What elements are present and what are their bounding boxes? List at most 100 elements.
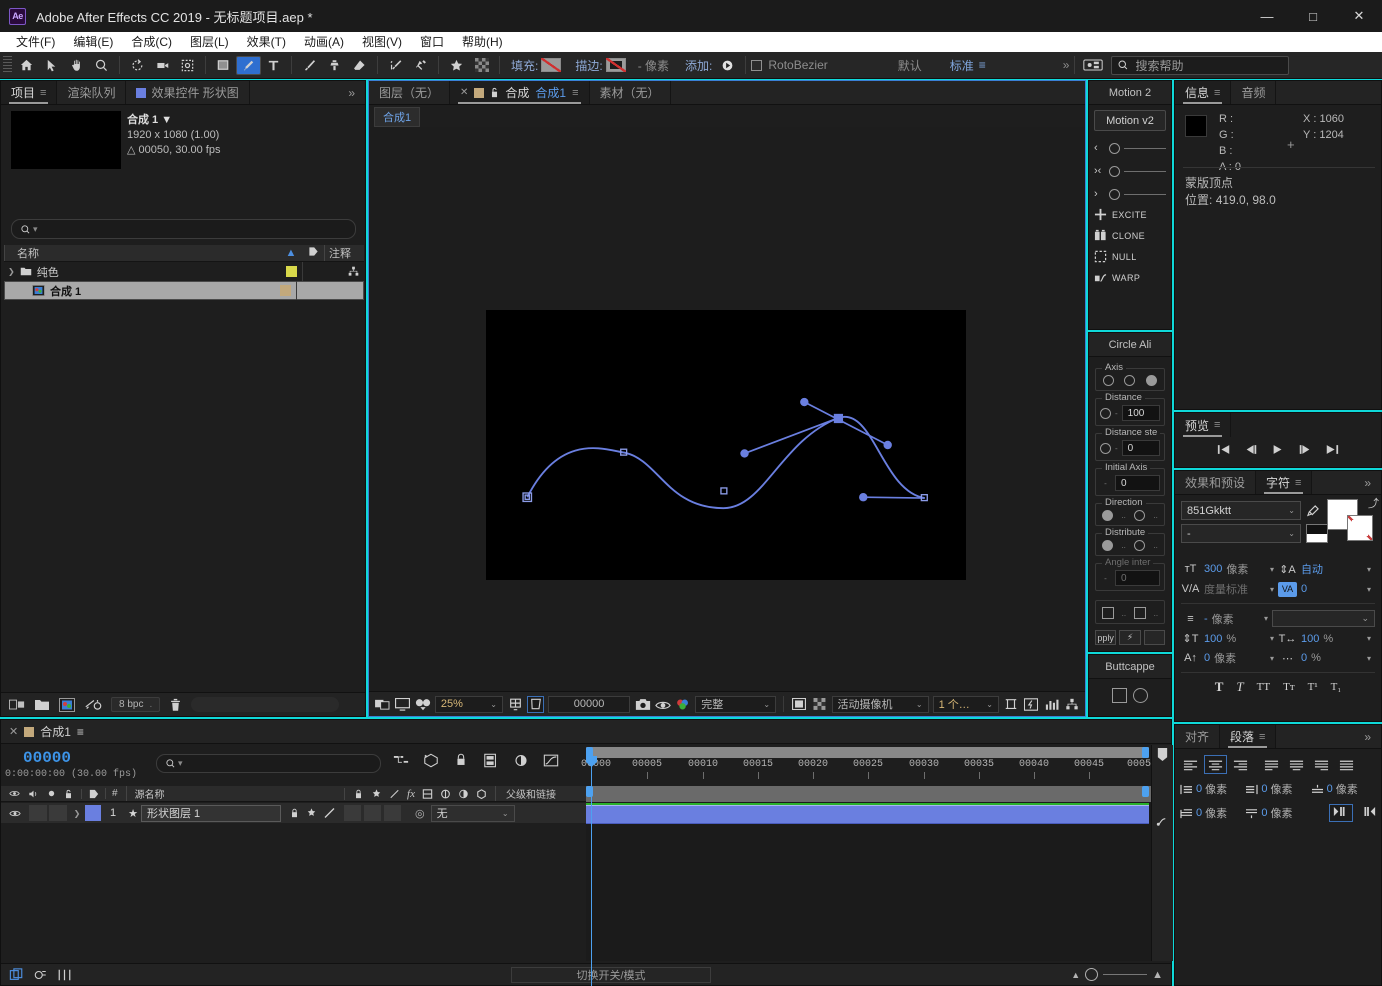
panel-menu-icon[interactable]: ≡ — [1259, 731, 1265, 743]
extra-button[interactable] — [1143, 630, 1165, 645]
tab-render-queue[interactable]: 渲染队列 — [57, 81, 127, 104]
column-comment[interactable]: 注释 — [324, 245, 364, 261]
zoom-in-icon[interactable]: ▲ — [1152, 969, 1163, 981]
justify-last-right-button[interactable] — [1310, 755, 1333, 774]
solo-toggle-cell[interactable] — [49, 805, 67, 821]
menu-window[interactable]: 窗口 — [411, 32, 453, 52]
camera-select[interactable]: 活动摄像机 ⌄ — [831, 695, 929, 713]
panel-menu-icon[interactable]: ≡ — [1214, 87, 1220, 99]
tab-effects-presets[interactable]: 效果和预设 — [1175, 471, 1257, 494]
workspace-default[interactable]: 默认 — [898, 57, 922, 74]
justify-last-center-button[interactable] — [1285, 755, 1308, 774]
close-icon[interactable]: ✕ — [9, 725, 18, 738]
space-before-field[interactable]: 0 像素 — [1311, 781, 1376, 797]
layer-stretch-icon[interactable] — [1156, 815, 1169, 828]
table-row[interactable]: ❯ 1 ★ 形状图层 1 ◎ 无 ⌄ — [1, 803, 586, 823]
stroke-swatch[interactable] — [605, 58, 626, 72]
draft-3d-icon[interactable] — [423, 753, 439, 768]
workspace-settings-icon[interactable] — [1080, 54, 1105, 77]
small-caps-button[interactable]: Tт — [1283, 681, 1295, 693]
new-folder-icon[interactable] — [34, 698, 50, 712]
clone-button[interactable]: CLONE — [1094, 229, 1166, 242]
current-timecode[interactable]: 00000 — [23, 749, 71, 767]
new-comp-icon[interactable] — [9, 698, 25, 712]
hide-shy-layers-icon[interactable] — [453, 753, 469, 768]
lock-icon[interactable] — [64, 789, 73, 799]
comp-mini-flowchart-icon[interactable] — [393, 753, 409, 768]
audio-icon[interactable] — [28, 789, 39, 799]
rtl-icon[interactable] — [1360, 806, 1376, 820]
graph-editor-footer-icon[interactable] — [57, 968, 72, 982]
distribute-radio-custom[interactable] — [1134, 540, 1146, 551]
audio-toggle-cell[interactable] — [29, 805, 47, 821]
character-tabs-overflow[interactable]: » — [1354, 471, 1381, 494]
text-stroke-color[interactable] — [1347, 515, 1373, 541]
fast-previews-icon[interactable] — [1023, 696, 1039, 713]
workspace-menu-icon[interactable]: ≡ — [979, 58, 986, 72]
viewer-timecode[interactable]: 00000 — [547, 695, 631, 713]
bold-button[interactable]: T — [1215, 679, 1224, 695]
panel-menu-icon[interactable]: ≡ — [572, 87, 578, 99]
label-icon[interactable] — [89, 789, 99, 799]
superscript-button[interactable]: T¹ — [1308, 681, 1318, 693]
timeline-tab-label[interactable]: 合成1 — [40, 723, 71, 740]
distance-radio[interactable] — [1100, 407, 1111, 419]
italic-button[interactable]: T — [1236, 679, 1243, 695]
menu-animation[interactable]: 动画(A) — [295, 32, 353, 52]
video-visibility-icon[interactable] — [9, 789, 20, 798]
zoom-tool-icon[interactable] — [89, 54, 114, 77]
layer-name[interactable]: 形状图层 1 — [141, 804, 281, 822]
tab-footage[interactable]: 素材（无） — [590, 81, 671, 104]
hand-tool-icon[interactable] — [64, 54, 89, 77]
minimize-button[interactable]: — — [1244, 0, 1290, 32]
switch-cell-3[interactable] — [384, 805, 401, 821]
source-name-column[interactable]: 源名称 — [125, 786, 165, 801]
switch-cell-2[interactable] — [364, 805, 381, 821]
project-tabs-overflow[interactable]: » — [338, 81, 365, 104]
resolution-select[interactable]: 完整 ⌄ — [695, 695, 777, 713]
project-item-solids[interactable]: ❯ 纯色 — [4, 264, 280, 280]
kerning-field[interactable]: V/A 度量标准 ▾ — [1181, 581, 1278, 597]
space-after-field[interactable]: 0 像素 — [1245, 804, 1310, 822]
slider-knob[interactable] — [1109, 165, 1120, 177]
grid-guides-icon[interactable] — [507, 696, 523, 713]
eraser-tool-icon[interactable] — [347, 54, 372, 77]
leading-field[interactable]: ⇕A 自动 ▾ — [1278, 561, 1375, 577]
first-frame-icon[interactable] — [1217, 443, 1231, 456]
direction-radio-ccw[interactable] — [1134, 510, 1146, 521]
parent-select[interactable]: 无 ⌄ — [430, 804, 515, 822]
toggle-switches-modes-icon[interactable] — [9, 967, 24, 982]
pen-tool-icon[interactable] — [236, 55, 261, 75]
zoom-level-select[interactable]: 25% ⌄ — [434, 695, 503, 713]
timeline-zoom-slider[interactable]: ▲ ▲ — [1071, 968, 1163, 981]
align-right-button[interactable] — [1229, 755, 1252, 774]
distance-step-radio[interactable] — [1100, 442, 1111, 454]
font-style-select[interactable]: - ⌄ — [1181, 524, 1301, 543]
viewer-stage[interactable] — [369, 127, 1085, 693]
toolbar-grip[interactable] — [3, 56, 12, 74]
collapse-switch-icon[interactable] — [306, 808, 317, 818]
prev-frame-icon[interactable] — [1244, 443, 1258, 456]
axis-radio-x[interactable] — [1103, 375, 1115, 386]
transparency-grid-icon[interactable] — [469, 54, 494, 77]
zoom-slider-track[interactable] — [1103, 974, 1148, 975]
selection-tool-icon[interactable] — [39, 54, 64, 77]
comment-cell[interactable] — [296, 281, 336, 300]
shape-tool-icon[interactable] — [211, 54, 236, 77]
axis-radio-y[interactable] — [1124, 375, 1136, 386]
toggle-mask-paths-icon[interactable] — [791, 696, 807, 713]
vertical-scale-field[interactable]: ⇕T 100 % ▾ — [1181, 631, 1278, 646]
comment-cell[interactable] — [302, 262, 342, 281]
distribute-radio-even[interactable] — [1102, 540, 1114, 551]
tab-info[interactable]: 信息 ≡ — [1175, 81, 1232, 104]
camera-tool-icon[interactable] — [150, 54, 175, 77]
menu-effect[interactable]: 效果(T) — [238, 32, 295, 52]
tab-composition[interactable]: ✕ 合成 合成1 ≡ — [450, 81, 590, 104]
indent-left-field[interactable]: 0 像素 — [1180, 781, 1245, 797]
buttcapper-option-2[interactable] — [1133, 688, 1148, 703]
bit-depth-button[interactable]: 8 bpc. — [111, 697, 161, 712]
justify-last-left-button[interactable] — [1260, 755, 1283, 774]
frame-blending-icon[interactable] — [483, 753, 499, 768]
adjust-exposure-icon[interactable] — [84, 698, 102, 712]
baseline-shift-field[interactable]: A↑ 0 像素 ▾ — [1181, 650, 1278, 666]
